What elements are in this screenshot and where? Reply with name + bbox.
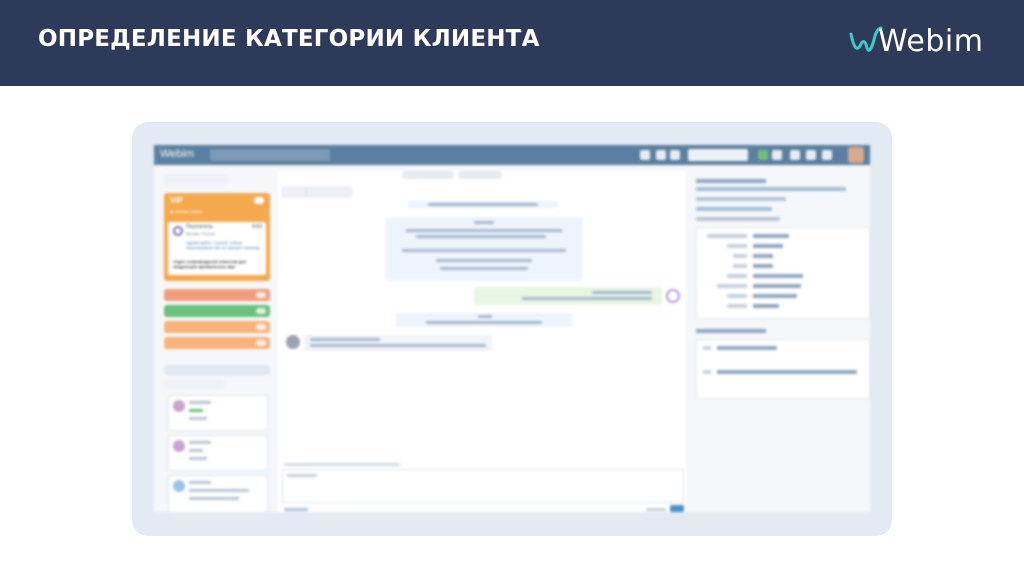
vip-subgroup[interactable]: ▾ ━━━━ ━━━ <box>170 209 202 216</box>
send-button[interactable] <box>670 505 684 512</box>
system-message <box>408 201 558 208</box>
visitor-fields <box>696 227 870 319</box>
show-history-link[interactable] <box>696 207 772 211</box>
list-item[interactable] <box>168 475 268 512</box>
webim-logo: Webim <box>848 18 988 68</box>
composer-hint <box>284 463 400 466</box>
group-pill-3[interactable] <box>164 321 270 333</box>
tab-answers[interactable] <box>458 171 502 179</box>
app-top-bar: Webim <box>154 145 870 165</box>
tab-dialog[interactable] <box>282 187 306 197</box>
visitor-department: Отдел сопровождения клиентов для владель… <box>173 259 247 269</box>
chart-icon[interactable] <box>822 150 832 160</box>
operator-avatar <box>666 289 680 303</box>
recent-section-header[interactable] <box>164 365 270 375</box>
vip-label: VIP <box>170 196 183 205</box>
chat-area <box>278 171 686 512</box>
logo-text: Webim <box>878 24 984 59</box>
visitor-avatar <box>286 335 300 349</box>
slide-title: ОПРЕДЕЛЕНИЕ КАТЕГОРИИ КЛИЕНТА <box>38 26 540 52</box>
operator-message <box>474 287 662 305</box>
dialog-source <box>696 187 846 191</box>
attach-link[interactable] <box>284 508 308 511</box>
message-input[interactable] <box>282 469 684 503</box>
list-item[interactable] <box>168 395 268 431</box>
menu-icon[interactable] <box>656 150 666 160</box>
visitor-title: Посетитель <box>186 224 213 230</box>
settings-icon[interactable] <box>790 150 800 160</box>
chat-avatar <box>173 400 185 412</box>
chat-list-panel: VIP ▾ ━━━━ ━━━ Посетитель Москва, Россия… <box>164 171 270 512</box>
group-pill-2[interactable] <box>164 305 270 317</box>
visitor-message: Здравствуйте, Сергей! Сейчас перенаправл… <box>186 240 260 250</box>
answers-list <box>696 339 870 399</box>
visitor-time: 9:53 <box>252 224 262 230</box>
system-message <box>386 217 582 281</box>
user-avatar[interactable] <box>848 147 864 163</box>
bell-icon[interactable] <box>806 150 816 160</box>
hotkey-hint <box>646 508 666 511</box>
system-message <box>396 313 572 327</box>
visitor-info-panel <box>694 171 870 512</box>
recent-subheader[interactable] <box>164 379 224 389</box>
chat-avatar <box>173 480 185 492</box>
flag-icon[interactable] <box>640 150 650 160</box>
app-screenshot: Webim VIP ▾ ━━━━ ━━━ Посетитель Москва, … <box>154 145 870 512</box>
list-item[interactable] <box>168 435 268 471</box>
vip-count-badge <box>254 197 264 204</box>
search-icon[interactable] <box>772 150 782 160</box>
status-icon[interactable] <box>758 150 768 160</box>
dialog-number <box>696 179 766 183</box>
tab-history[interactable] <box>306 187 352 197</box>
tab-current-chat[interactable] <box>402 171 454 179</box>
group-pill-4[interactable] <box>164 337 270 349</box>
visitor-location: Москва, Россия <box>186 231 215 236</box>
search-input[interactable] <box>688 149 748 161</box>
visitor-info-link[interactable] <box>696 197 786 201</box>
filter-bar[interactable] <box>164 175 228 185</box>
toggle-icon[interactable] <box>670 150 680 160</box>
chat-avatar <box>173 440 185 452</box>
vip-group[interactable]: VIP ▾ ━━━━ ━━━ Посетитель Москва, Россия… <box>164 193 270 281</box>
app-title-field <box>210 149 330 161</box>
slide-header: ОПРЕДЕЛЕНИЕ КАТЕГОРИИ КЛИЕНТА Webim <box>0 0 1024 86</box>
answers-header <box>696 329 766 333</box>
app-logo: Webim <box>160 148 195 160</box>
group-pill-1[interactable] <box>164 289 270 301</box>
call-info-label <box>696 217 780 221</box>
vip-chat-card[interactable]: Посетитель Москва, Россия 9:53 Здравству… <box>168 222 266 275</box>
visitor-avatar-icon <box>173 226 183 236</box>
visitor-message-bubble <box>304 335 492 351</box>
